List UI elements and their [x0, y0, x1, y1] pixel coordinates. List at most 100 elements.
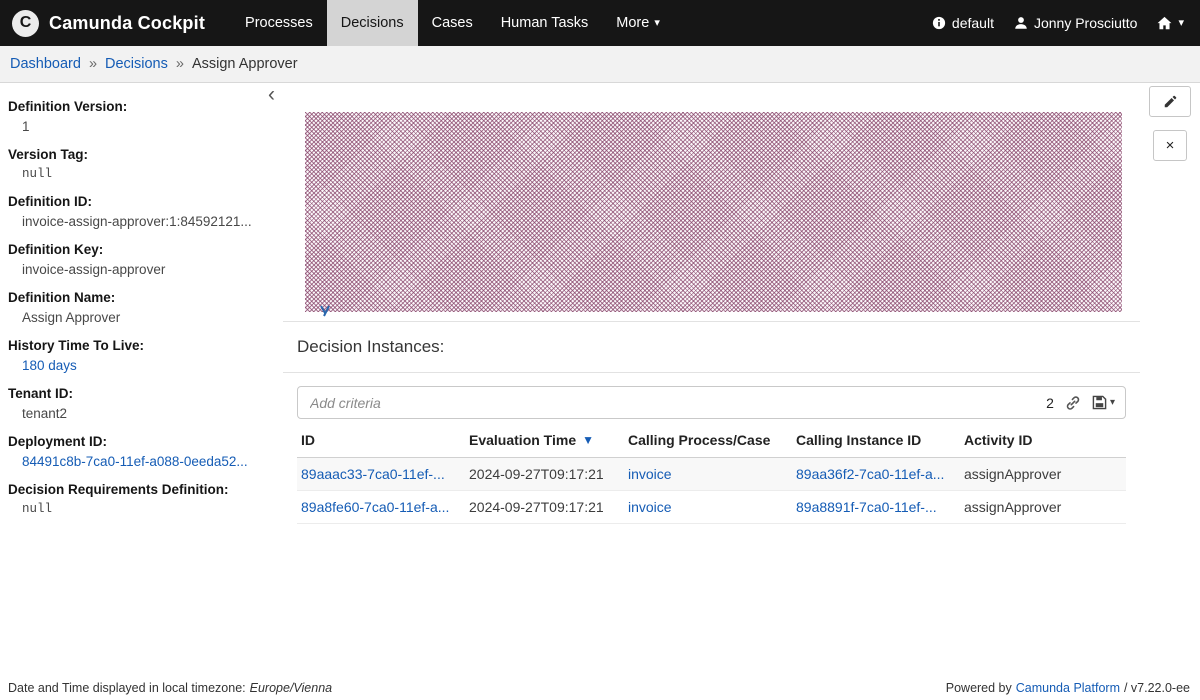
edit-definition-button[interactable]: [1149, 86, 1191, 117]
definition-sidebar: ‹ Definition Version: 1 Version Tag: nul…: [0, 83, 283, 676]
field-deployment-id: Deployment ID: 84491c8b-7ca0-11ef-a088-0…: [8, 434, 275, 469]
calling-process-link[interactable]: invoice: [628, 499, 796, 515]
activity-id-cell: assignApprover: [964, 499, 1122, 515]
history-ttl-link[interactable]: 180 days: [8, 358, 275, 373]
nav-item-label: Processes: [245, 15, 313, 31]
user-icon: [1014, 16, 1028, 30]
field-label: Definition Version:: [8, 99, 275, 114]
nav-item-label: Human Tasks: [501, 15, 589, 31]
nav-item-label: More: [616, 15, 649, 31]
field-tenant-id: Tenant ID: tenant2: [8, 386, 275, 421]
field-value: invoice-assign-approver:1:84592121...: [8, 214, 275, 229]
field-drd: Decision Requirements Definition: null: [8, 482, 275, 516]
version-label: / v7.22.0-ee: [1124, 681, 1190, 695]
field-label: Tenant ID:: [8, 386, 275, 401]
instances-heading: Decision Instances:: [297, 337, 444, 357]
camunda-platform-link[interactable]: Camunda Platform: [1016, 681, 1120, 695]
camunda-cockpit-app: C Camunda Cockpit Processes Decisions Ca…: [0, 0, 1200, 700]
close-icon: ×: [1166, 137, 1175, 154]
content-area: ‹ Definition Version: 1 Version Tag: nul…: [0, 83, 1200, 676]
table-header-row: ID Evaluation Time ▼ Calling Process/Cas…: [297, 419, 1126, 458]
clipped-diagram-label: [318, 304, 336, 322]
field-value: Assign Approver: [8, 310, 275, 325]
footer: Date and Time displayed in local timezon…: [0, 676, 1200, 700]
nav-item-more[interactable]: More ▾: [602, 0, 674, 46]
app-title: Camunda Cockpit: [49, 13, 205, 34]
copy-link-icon[interactable]: [1065, 395, 1081, 411]
col-header-evaluation-time[interactable]: Evaluation Time ▼: [469, 432, 628, 448]
main-nav: Processes Decisions Cases Human Tasks Mo…: [231, 0, 674, 46]
save-icon: [1092, 395, 1107, 410]
breadcrumb-decisions[interactable]: Decisions: [105, 56, 168, 72]
field-definition-key: Definition Key: invoice-assign-approver: [8, 242, 275, 277]
field-value: null: [8, 167, 275, 181]
field-label: Version Tag:: [8, 147, 275, 162]
search-criteria-bar: 2 ▾: [297, 386, 1126, 419]
nav-item-processes[interactable]: Processes: [231, 0, 327, 46]
engine-label: default: [952, 15, 994, 31]
breadcrumb: Dashboard » Decisions » Assign Approver: [0, 46, 1200, 83]
col-header-label: Evaluation Time: [469, 432, 576, 448]
breadcrumb-current: Assign Approver: [192, 56, 298, 72]
activity-id-cell: assignApprover: [964, 466, 1122, 482]
nav-item-human-tasks[interactable]: Human Tasks: [487, 0, 603, 46]
timezone-value: Europe/Vienna: [250, 681, 332, 695]
right-tool-column: ×: [1140, 83, 1200, 676]
caret-down-icon: ▾: [1178, 18, 1184, 29]
instance-id-link[interactable]: 89a8fe60-7ca0-11ef-a...: [301, 499, 469, 515]
top-navbar: C Camunda Cockpit Processes Decisions Ca…: [0, 0, 1200, 46]
col-header-calling-process: Calling Process/Case: [628, 432, 796, 448]
calling-process-link[interactable]: invoice: [628, 466, 796, 482]
field-label: Deployment ID:: [8, 434, 275, 449]
field-value: tenant2: [8, 406, 275, 421]
col-header-id: ID: [301, 432, 469, 448]
user-name: Jonny Prosciutto: [1034, 15, 1138, 31]
pencil-icon: [1163, 95, 1177, 109]
home-icon: [1157, 16, 1172, 30]
table-row: 89a8fe60-7ca0-11ef-a... 2024-09-27T09:17…: [297, 491, 1126, 524]
main-panel: Decision Instances: 2: [283, 83, 1140, 676]
field-definition-name: Definition Name: Assign Approver: [8, 290, 275, 325]
decision-instances-table: ID Evaluation Time ▼ Calling Process/Cas…: [297, 419, 1126, 524]
dmn-table-canvas: [305, 112, 1122, 312]
timezone-note: Date and Time displayed in local timezon…: [8, 681, 332, 695]
instances-heading-bar: Decision Instances:: [283, 322, 1140, 373]
close-panel-button[interactable]: ×: [1153, 130, 1187, 161]
instance-id-link[interactable]: 89aaac33-7ca0-11ef-...: [301, 466, 469, 482]
caret-down-icon: ▾: [654, 18, 660, 29]
save-search-button[interactable]: ▾: [1092, 395, 1115, 410]
breadcrumb-dashboard[interactable]: Dashboard: [10, 56, 81, 72]
field-definition-version: Definition Version: 1: [8, 99, 275, 134]
evaluation-time-cell: 2024-09-27T09:17:21: [469, 499, 628, 515]
calling-instance-link[interactable]: 89aa36f2-7ca0-11ef-a...: [796, 466, 964, 482]
camunda-logo-icon: C: [12, 10, 39, 37]
nav-item-decisions[interactable]: Decisions: [327, 0, 418, 46]
sort-desc-icon[interactable]: ▼: [582, 434, 594, 446]
sidebar-collapse-icon[interactable]: ‹: [268, 84, 275, 105]
deployment-id-link[interactable]: 84491c8b-7ca0-11ef-a088-0eeda52...: [8, 454, 275, 469]
nav-item-cases[interactable]: Cases: [418, 0, 487, 46]
brand-home-link[interactable]: C Camunda Cockpit: [0, 0, 219, 46]
user-menu[interactable]: Jonny Prosciutto: [1014, 15, 1138, 31]
breadcrumb-separator-icon: »: [176, 56, 184, 72]
result-count: 2: [1046, 395, 1054, 411]
engine-selector[interactable]: default: [932, 15, 994, 31]
calling-instance-link[interactable]: 89a8891f-7ca0-11ef-...: [796, 499, 964, 515]
powered-prefix: Powered by: [946, 681, 1012, 695]
field-history-ttl: History Time To Live: 180 days: [8, 338, 275, 373]
field-label: History Time To Live:: [8, 338, 275, 353]
nav-item-label: Cases: [432, 15, 473, 31]
breadcrumb-separator-icon: »: [89, 56, 97, 72]
field-label: Definition Key:: [8, 242, 275, 257]
search-input[interactable]: [308, 394, 1046, 412]
apps-home-menu[interactable]: ▾: [1157, 16, 1184, 30]
table-row: 89aaac33-7ca0-11ef-... 2024-09-27T09:17:…: [297, 458, 1126, 491]
search-tools: 2 ▾: [1046, 395, 1115, 411]
powered-by: Powered by Camunda Platform / v7.22.0-ee: [946, 681, 1190, 695]
field-value: invoice-assign-approver: [8, 262, 275, 277]
nav-item-label: Decisions: [341, 15, 404, 31]
field-value: null: [8, 502, 275, 516]
field-value: 1: [8, 119, 275, 134]
evaluation-time-cell: 2024-09-27T09:17:21: [469, 466, 628, 482]
timezone-prefix: Date and Time displayed in local timezon…: [8, 681, 246, 695]
